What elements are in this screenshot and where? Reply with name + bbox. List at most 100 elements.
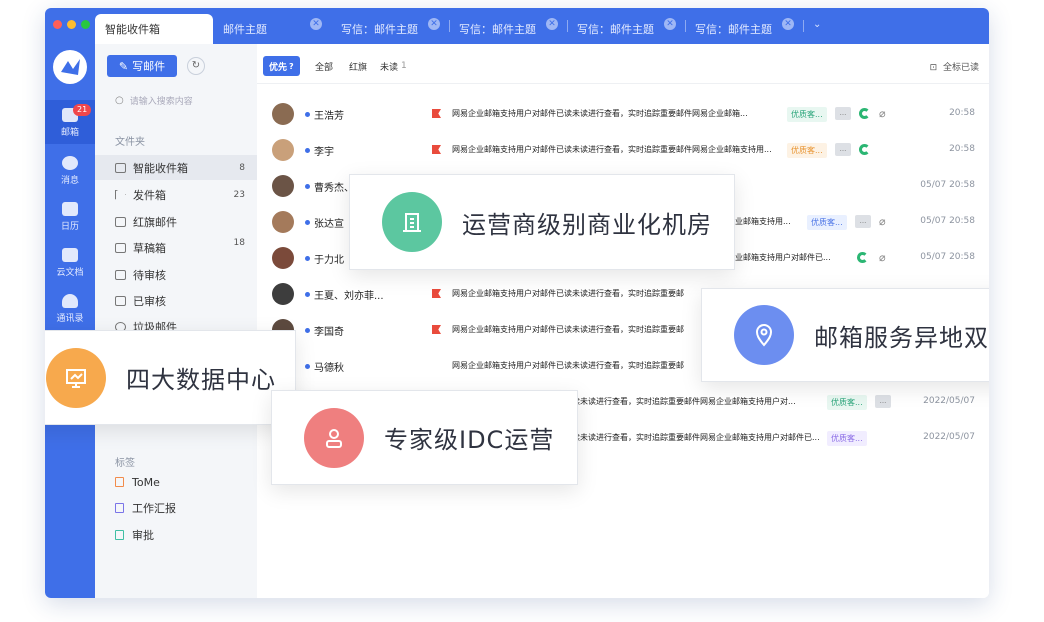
sender-name: 王浩芳 (314, 111, 344, 122)
tab-close-icon[interactable]: ✕ (546, 18, 558, 30)
filter-flagged[interactable]: 红旗 (349, 56, 367, 76)
unread-badge: 21 (73, 104, 92, 116)
rail-item-mail[interactable]: 21 邮箱 (45, 100, 95, 144)
mail-time: 05/07 20:58 (920, 252, 975, 262)
unread-dot (305, 148, 310, 153)
mail-subject: 企业邮箱支持用... (727, 217, 791, 226)
mail-subject: 网易企业邮箱支持用户对邮件已读未读进行查看，实时追踪重要邮件网易企业邮箱支持用.… (452, 145, 772, 154)
unread-dot (305, 364, 310, 369)
tab-overflow-chevron-down-icon[interactable]: ⌄ (813, 19, 821, 30)
more-tags-icon[interactable]: ... (835, 143, 851, 156)
rail-label: 消息 (60, 176, 79, 186)
tag-tome[interactable]: ToMe (115, 471, 160, 493)
mail-app-window: 智能收件箱 邮件主题 ✕ 写信：邮件主题 ✕ 写信：邮件主题 ✕ 写信：邮件主题… (45, 8, 989, 598)
feature-card-idc-ops: 专家级IDC运营 (271, 390, 578, 485)
red-flag-icon[interactable] (432, 325, 441, 334)
rail-item-docs[interactable]: 云文档 (45, 240, 95, 284)
building-icon (382, 192, 442, 252)
mail-time: 05/07 20:58 (920, 216, 975, 226)
red-flag-icon[interactable] (432, 145, 441, 154)
logo-icon (53, 50, 87, 84)
bookmark-icon (115, 530, 124, 540)
folder-reviewed[interactable]: 已审核 (95, 288, 257, 313)
red-flag-icon[interactable] (432, 109, 441, 118)
avatar (272, 247, 294, 269)
close-window-button[interactable] (53, 20, 62, 29)
tab-close-icon[interactable]: ✕ (428, 18, 440, 30)
tab-close-icon[interactable]: ✕ (782, 18, 794, 30)
inbox-icon (115, 162, 126, 173)
rail-item-contacts[interactable]: 通讯录 (45, 286, 95, 330)
avatar (272, 211, 294, 233)
search-input[interactable]: ○ 请输入搜索内容 (115, 94, 193, 107)
rail-item-calendar[interactable]: 日历 (45, 194, 95, 238)
avatar (272, 175, 294, 197)
unread-dot (305, 292, 310, 297)
more-tags-icon[interactable]: ... (835, 107, 851, 120)
folder-label: 发件箱 (133, 188, 166, 202)
avatar (272, 103, 294, 125)
tag-work-report[interactable]: 工作汇报 (115, 497, 176, 519)
sender-name: 于力北 (314, 255, 344, 266)
refresh-icon[interactable]: ↻ (187, 57, 205, 75)
mail-time: 2022/05/07 (923, 396, 975, 406)
feature-text: 邮箱服务异地双活 (814, 323, 989, 352)
folder-panel: ✎ 写邮件 ↻ ○ 请输入搜索内容 文件夹 智能收件箱 8 发件箱 23 红旗邮… (95, 44, 257, 598)
help-icon: ? (289, 61, 294, 71)
filter-priority[interactable]: 优先 ? (263, 56, 300, 76)
feature-text: 专家级IDC运营 (384, 426, 555, 454)
folder-label: 草稿箱 (133, 241, 166, 255)
mail-tag-label: 优质客... (787, 107, 827, 122)
folder-flagged[interactable]: 红旗邮件 (95, 209, 257, 234)
mail-subject: 网易企业邮箱支持用户对邮件已读未读进行查看，实时追踪重要邮件网易企业邮箱... (452, 109, 748, 118)
folder-drafts[interactable]: 草稿箱 18 (95, 235, 257, 260)
mail-row[interactable]: 王浩芳 网易企业邮箱支持用户对邮件已读未读进行查看，实时追踪重要邮件网易企业邮箱.… (257, 96, 989, 132)
mark-all-read-button[interactable]: ⊡ 全标已读 (930, 60, 979, 73)
paperclip-icon: ⌀ (879, 107, 886, 120)
folder-smart-inbox[interactable]: 智能收件箱 8 (95, 155, 257, 180)
filter-bar: 优先 ? 全部 红旗 未读 1 ⊡ 全标已读 (257, 44, 989, 84)
folder-pending-review[interactable]: 待审核 (95, 262, 257, 287)
unread-dot (305, 184, 310, 189)
mail-time: 20:58 (949, 108, 975, 118)
folder-label: 智能收件箱 (133, 161, 188, 175)
read-status-icon (859, 144, 870, 155)
folder-label: 待审核 (133, 268, 166, 282)
folder-sent[interactable]: 发件箱 23 (95, 182, 257, 207)
bookmark-icon (115, 477, 124, 487)
search-placeholder: 请输入搜索内容 (129, 97, 193, 107)
tab-label: 邮件主题 (223, 23, 267, 36)
folders-heading: 文件夹 (115, 137, 145, 148)
folder-icon (62, 248, 78, 262)
tab-smart-inbox[interactable]: 智能收件箱 (95, 14, 213, 44)
filter-all[interactable]: 全部 (315, 56, 333, 76)
rail-item-messages[interactable]: 消息 (45, 148, 95, 192)
bookmark-icon (115, 503, 124, 513)
filter-unread[interactable]: 未读 1 (380, 56, 407, 76)
draft-icon (115, 242, 126, 253)
feature-text: 运营商级别商业化机房 (462, 210, 712, 239)
search-icon: ○ (115, 95, 124, 106)
tag-approval[interactable]: 审批 (115, 524, 154, 546)
tab-close-icon[interactable]: ✕ (310, 18, 322, 30)
more-tags-icon[interactable]: ... (875, 395, 891, 408)
window-controls (53, 20, 90, 29)
compose-button[interactable]: ✎ 写邮件 (107, 55, 177, 77)
feature-card-four-dc: 四大数据中心 (45, 330, 296, 425)
feature-card-dual-active: 邮箱服务异地双活 (701, 288, 989, 382)
more-tags-icon[interactable]: ... (855, 215, 871, 228)
rail-label: 通讯录 (56, 314, 84, 324)
mail-time: 05/07 20:58 (920, 180, 975, 190)
mail-row[interactable]: 李宇 网易企业邮箱支持用户对邮件已读未读进行查看，实时追踪重要邮件网易企业邮箱支持… (257, 132, 989, 168)
tab-divider (803, 20, 804, 32)
avatar (272, 283, 294, 305)
mail-subject: 企业邮箱支持用户对邮件已... (727, 253, 831, 262)
red-flag-icon[interactable] (432, 289, 441, 298)
tab-label: 智能收件箱 (105, 23, 160, 36)
maximize-window-button[interactable] (81, 20, 90, 29)
rail-label: 日历 (60, 222, 79, 232)
read-status-icon (859, 108, 870, 119)
tab-label: 写信：邮件主题 (459, 23, 536, 36)
minimize-window-button[interactable] (67, 20, 76, 29)
tab-close-icon[interactable]: ✕ (664, 18, 676, 30)
